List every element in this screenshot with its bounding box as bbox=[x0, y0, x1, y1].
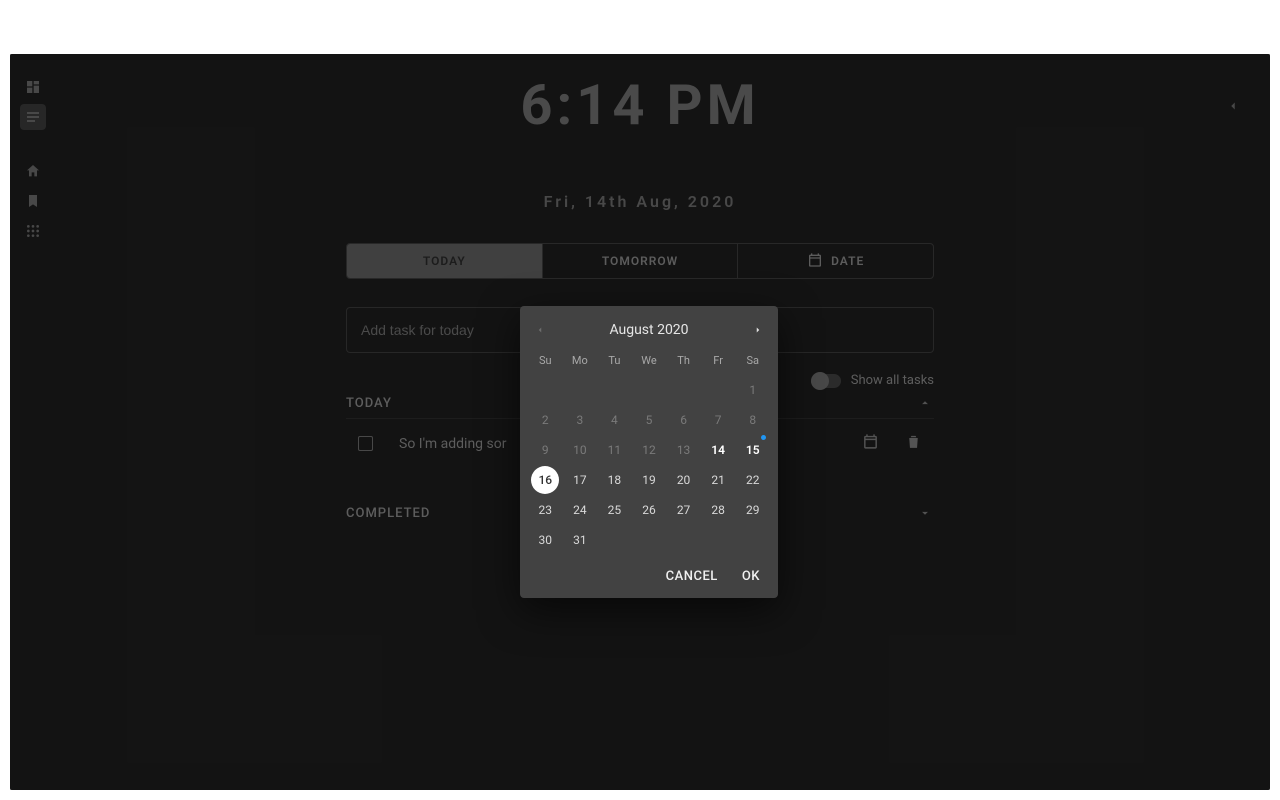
day-12: 12 bbox=[635, 436, 663, 464]
picker-month-title[interactable]: August 2020 bbox=[609, 322, 688, 338]
day-24[interactable]: 24 bbox=[566, 496, 594, 524]
day-2: 2 bbox=[531, 406, 559, 434]
task-delete-icon[interactable] bbox=[905, 433, 922, 454]
tab-date-label: DATE bbox=[831, 254, 864, 268]
task-date-icon[interactable] bbox=[862, 433, 879, 454]
day-26[interactable]: 26 bbox=[635, 496, 663, 524]
day-18[interactable]: 18 bbox=[600, 466, 628, 494]
day-5: 5 bbox=[635, 406, 663, 434]
day-31[interactable]: 31 bbox=[566, 526, 594, 554]
dow-fr: Fr bbox=[701, 348, 736, 375]
dow-we: We bbox=[632, 348, 667, 375]
current-date: Fri, 14th Aug, 2020 bbox=[544, 192, 737, 211]
show-all-label: Show all tasks bbox=[851, 373, 934, 388]
day-3: 3 bbox=[566, 406, 594, 434]
calendar-icon bbox=[807, 252, 823, 271]
day-9: 9 bbox=[531, 436, 559, 464]
dow-mo: Mo bbox=[563, 348, 598, 375]
picker-prev-month[interactable] bbox=[524, 316, 556, 344]
day-4: 4 bbox=[600, 406, 628, 434]
day-6: 6 bbox=[670, 406, 698, 434]
picker-ok-button[interactable]: OK bbox=[742, 569, 760, 584]
day-16[interactable]: 16 bbox=[531, 466, 559, 494]
day-21[interactable]: 21 bbox=[704, 466, 732, 494]
task-checkbox[interactable] bbox=[358, 436, 373, 451]
day-22[interactable]: 22 bbox=[739, 466, 767, 494]
dow-sa: Sa bbox=[735, 348, 770, 375]
day-17[interactable]: 17 bbox=[566, 466, 594, 494]
day-13: 13 bbox=[670, 436, 698, 464]
day-29[interactable]: 29 bbox=[739, 496, 767, 524]
today-section-title: TODAY bbox=[346, 396, 392, 411]
day-28[interactable]: 28 bbox=[704, 496, 732, 524]
completed-section-title: COMPLETED bbox=[346, 506, 430, 521]
day-20[interactable]: 20 bbox=[670, 466, 698, 494]
dow-tu: Tu bbox=[597, 348, 632, 375]
day-8: 8 bbox=[739, 406, 767, 434]
tab-date[interactable]: DATE bbox=[738, 244, 933, 278]
dow-su: Su bbox=[528, 348, 563, 375]
date-tabs: TODAY TOMORROW DATE bbox=[346, 243, 934, 279]
event-dot-icon bbox=[761, 435, 766, 440]
day-7: 7 bbox=[704, 406, 732, 434]
tab-tomorrow[interactable]: TOMORROW bbox=[543, 244, 739, 278]
day-1: 1 bbox=[739, 376, 767, 404]
day-30[interactable]: 30 bbox=[531, 526, 559, 554]
day-15[interactable]: 15 bbox=[739, 436, 767, 464]
chevron-up-icon bbox=[916, 394, 934, 412]
tab-today[interactable]: TODAY bbox=[347, 244, 543, 278]
day-19[interactable]: 19 bbox=[635, 466, 663, 494]
chevron-down-icon bbox=[916, 504, 934, 522]
show-all-toggle[interactable] bbox=[811, 374, 841, 388]
clock-time: 6:14 PM bbox=[520, 72, 759, 138]
day-25[interactable]: 25 bbox=[600, 496, 628, 524]
app-frame: 6:14 PM Fri, 14th Aug, 2020 TODAY TOMORR… bbox=[10, 54, 1270, 790]
day-23[interactable]: 23 bbox=[531, 496, 559, 524]
dow-th: Th bbox=[666, 348, 701, 375]
day-10: 10 bbox=[566, 436, 594, 464]
day-11: 11 bbox=[600, 436, 628, 464]
date-picker: August 2020 Su Mo Tu We Th Fr Sa 1 2 3 4… bbox=[520, 306, 778, 598]
picker-next-month[interactable] bbox=[742, 316, 774, 344]
day-27[interactable]: 27 bbox=[670, 496, 698, 524]
picker-cancel-button[interactable]: CANCEL bbox=[666, 569, 718, 584]
day-14[interactable]: 14 bbox=[704, 436, 732, 464]
